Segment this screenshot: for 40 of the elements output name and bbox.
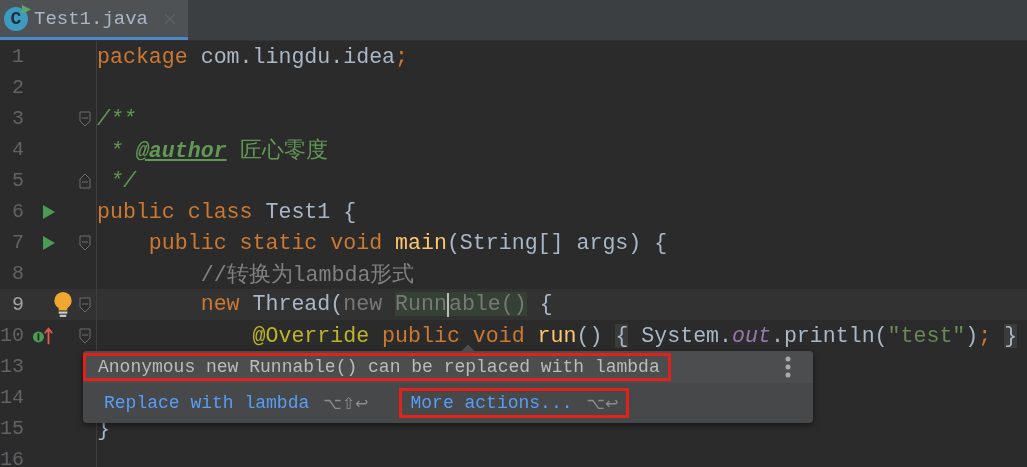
shortcut-hint: ⌥↩ [586, 393, 619, 413]
code-line: new Thread(new Runn able() { [199, 292, 553, 317]
line-number: 5 [11, 169, 24, 192]
line-number: 7 [11, 231, 24, 254]
code-line: /** [97, 106, 136, 131]
run-icon[interactable] [42, 234, 56, 251]
line-number: 6 [11, 200, 24, 223]
line-number: 8 [11, 262, 24, 285]
line-number: 10 [0, 324, 24, 347]
line-number: 1 [11, 45, 24, 68]
fold-marker-icon[interactable] [79, 110, 91, 127]
class-file-icon: C [4, 6, 28, 31]
line-number: 13 [0, 355, 24, 378]
fold-marker-icon[interactable] [79, 234, 91, 251]
line-number: 16 [0, 448, 24, 467]
line-number: 2 [11, 76, 24, 99]
implements-icon[interactable] [32, 325, 54, 346]
fold-marker-icon[interactable] [79, 296, 91, 313]
more-options-icon[interactable] [785, 356, 791, 378]
line-number: 9 [11, 293, 24, 316]
lightbulb-icon[interactable] [53, 291, 73, 318]
line-number: 3 [11, 107, 24, 130]
code-line: @Override public void run() { System.out.println("test"); } [251, 323, 1018, 348]
code-line: public static void main(String[] args) { [147, 230, 668, 255]
line-number: 14 [0, 386, 24, 409]
action-link[interactable]: Replace with lambda [104, 393, 310, 413]
code-line: */ [108, 168, 136, 193]
shortcut-hint: ⌥⇧↩ [323, 393, 369, 413]
inspection-message: Anonymous new Runnable() can be replaced with lambda [83, 353, 671, 381]
code-line: package com.lingdu.idea; [97, 44, 409, 69]
fold-marker-icon[interactable] [79, 327, 91, 344]
fold-marker-icon[interactable] [79, 172, 91, 189]
action-link[interactable]: More actions... [410, 393, 573, 413]
line-number: 4 [11, 138, 24, 161]
file-tab[interactable]: C Test1.java [0, 0, 189, 40]
line-number: 15 [0, 417, 24, 440]
code-line: //转换为lambda形式 [199, 262, 415, 288]
code-line: public class Test1 { [97, 199, 357, 224]
code-line: * @author 匠心零度 [108, 137, 328, 164]
run-icon[interactable] [42, 203, 56, 220]
